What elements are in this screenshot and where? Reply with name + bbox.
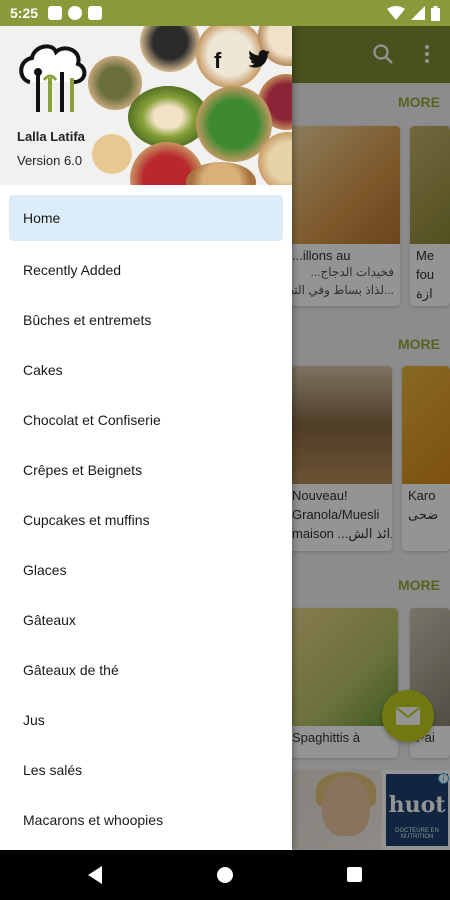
system-nav-bar	[0, 850, 450, 900]
wifi-icon	[387, 6, 405, 20]
drawer-header: f Lalla Latifa Version 6.0	[0, 26, 292, 185]
home-icon[interactable]	[217, 867, 233, 883]
recents-icon[interactable]	[347, 867, 362, 882]
menu-item-glaces[interactable]: Glaces	[0, 545, 292, 595]
status-time: 5:25	[10, 5, 39, 21]
menu-item-gateaux[interactable]: Gâteaux	[0, 595, 292, 645]
storage-icon	[88, 6, 103, 20]
navigation-drawer: f Lalla Latifa Version 6.0 Home Recently…	[0, 26, 292, 850]
facebook-icon[interactable]: f	[214, 48, 221, 74]
menu-item-cakes[interactable]: Cakes	[0, 345, 292, 395]
menu-item-recently-added[interactable]: Recently Added	[0, 245, 292, 295]
menu-item-les-sales[interactable]: Les salés	[0, 745, 292, 795]
menu-item-buches-et-entremets[interactable]: Bûches et entremets	[0, 295, 292, 345]
app-name: Lalla Latifa	[17, 129, 85, 144]
menu-item-macarons-et-whoopies[interactable]: Macarons et whoopies	[0, 795, 292, 845]
menu-item-gateaux-de-the[interactable]: Gâteaux de thé	[0, 645, 292, 695]
battery-icon	[431, 5, 440, 21]
menu-item-chocolat-et-confiserie[interactable]: Chocolat et Confiserie	[0, 395, 292, 445]
menu-item-jus[interactable]: Jus	[0, 695, 292, 745]
status-bar: 5:25	[0, 0, 450, 26]
notification-icon	[48, 6, 63, 20]
twitter-icon[interactable]	[248, 50, 270, 68]
menu-item-cupcakes-et-muffins[interactable]: Cupcakes et muffins	[0, 495, 292, 545]
app-version: Version 6.0	[17, 153, 83, 168]
menu-item-crepes-et-beignets[interactable]: Crêpes et Beignets	[0, 445, 292, 495]
signal-icon	[411, 6, 425, 20]
chef-hat-logo	[19, 44, 87, 112]
drawer-menu: Home Recently Added Bûches et entremets …	[0, 185, 292, 845]
record-icon	[68, 6, 83, 20]
menu-item-home[interactable]: Home	[9, 195, 283, 241]
back-icon[interactable]	[88, 866, 102, 884]
